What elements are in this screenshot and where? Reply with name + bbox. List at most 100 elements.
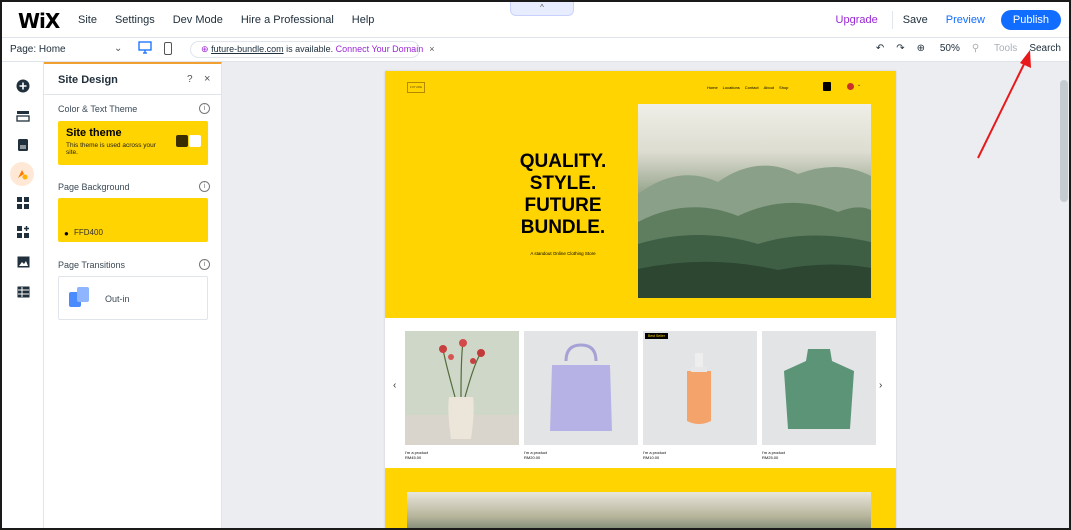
avatar[interactable] <box>847 83 854 90</box>
footer-image[interactable] <box>407 492 871 528</box>
undo-icon[interactable]: ↶ <box>876 43 884 54</box>
collapse-toolbar-button[interactable]: ^ <box>510 2 574 16</box>
canvas-scrollbar[interactable] <box>1060 80 1068 202</box>
design-icon[interactable] <box>10 162 34 186</box>
theme-name: Site theme <box>66 127 122 139</box>
site-logo[interactable]: FUTURE <box>407 82 425 93</box>
tools-label: Tools <box>993 43 1018 54</box>
hero-line: QUALITY. <box>519 151 607 172</box>
info-icon[interactable]: i <box>199 181 210 192</box>
domain-text: is available. <box>283 44 336 54</box>
site-nav-about[interactable]: About <box>764 85 774 90</box>
domain-link[interactable]: future-bundle.com <box>211 44 284 54</box>
site-preview[interactable]: FUTURE Home Locations Contact About Shop… <box>385 71 896 528</box>
menu-help[interactable]: Help <box>352 14 375 26</box>
product-image <box>405 331 519 445</box>
product-image: Best Seller <box>643 331 757 445</box>
hero-line: FUTURE <box>524 195 602 216</box>
page-transitions-label: Page Transitions <box>58 260 126 270</box>
color-drop-icon: ● <box>64 229 69 238</box>
menu-hire-professional[interactable]: Hire a Professional <box>241 14 334 26</box>
chevron-right-icon[interactable]: › <box>879 380 882 391</box>
mobile-view-icon[interactable] <box>164 42 172 55</box>
save-button[interactable]: Save <box>903 14 928 26</box>
mountain-image[interactable] <box>638 104 871 298</box>
product-price: RM10.00 <box>643 455 660 460</box>
page-selector[interactable]: Page: Home <box>10 44 66 55</box>
left-rail <box>2 62 44 528</box>
best-seller-badge: Best Seller <box>645 333 668 339</box>
menus-icon[interactable] <box>15 108 31 124</box>
search-button[interactable]: Search <box>1029 43 1061 54</box>
page-transition-card[interactable]: Out-in <box>58 276 208 320</box>
product-card[interactable]: I'm a product RM45.00 <box>405 331 519 460</box>
cart-icon[interactable] <box>823 82 831 91</box>
globe-icon: ⊕ <box>201 44 209 54</box>
editor-window: WiX Site Settings Dev Mode Hire a Profes… <box>0 0 1071 530</box>
page-background-label: Page Background <box>58 182 130 192</box>
preview-button[interactable]: Preview <box>946 14 985 26</box>
zoom-level: 50% <box>939 43 960 54</box>
background-hex: FFD400 <box>74 228 103 237</box>
transition-icon <box>69 287 91 309</box>
zoom-control[interactable]: ⊕ 50% <box>917 43 960 54</box>
site-nav-contact[interactable]: Contact <box>745 85 759 90</box>
top-actions: Upgrade Save Preview Publish <box>836 10 1061 30</box>
chevron-left-icon[interactable]: ‹ <box>393 380 396 391</box>
connect-domain-link[interactable]: Connect Your Domain <box>336 44 424 54</box>
widgets-icon[interactable] <box>15 224 31 240</box>
table-icon[interactable] <box>15 284 31 300</box>
close-icon[interactable]: × <box>429 44 434 54</box>
tools-button[interactable]: ⚲ Tools <box>972 43 1017 54</box>
product-price: RM45.00 <box>405 455 422 460</box>
add-icon[interactable] <box>15 78 31 94</box>
product-gallery: ‹ I'm a product RM45.00 I'm a product RM… <box>385 318 896 468</box>
info-icon[interactable]: i <box>199 259 210 270</box>
product-card[interactable]: Best Seller I'm a product RM10.00 <box>643 331 757 460</box>
page-background-card[interactable]: ● FFD400 <box>58 198 208 242</box>
chevron-down-icon[interactable]: ⌄ <box>114 43 122 54</box>
wix-logo[interactable]: WiX <box>18 9 60 33</box>
color-theme-label: Color & Text Theme <box>58 104 138 114</box>
help-icon[interactable]: ? <box>187 74 193 85</box>
domain-banner: ⊕ future-bundle.com is available. Connec… <box>190 41 434 58</box>
hero-line: BUNDLE. <box>520 217 606 238</box>
theme-swatch-light <box>189 135 201 147</box>
menu-dev-mode[interactable]: Dev Mode <box>173 14 223 26</box>
site-nav-shop[interactable]: Shop <box>779 85 788 90</box>
apps-icon[interactable] <box>15 195 31 211</box>
site-nav-locations[interactable]: Locations <box>723 85 740 90</box>
media-icon[interactable] <box>15 254 31 270</box>
main-menu: Site Settings Dev Mode Hire a Profession… <box>78 14 392 26</box>
hero-line: STYLE. <box>529 173 597 194</box>
site-design-panel: Site Design ? × Color & Text Theme i Sit… <box>44 62 222 528</box>
site-theme-card[interactable]: Site theme This theme is used across you… <box>58 121 208 165</box>
zoom-tools: ↶ ↷ ⊕ 50% ⚲ Tools Search <box>864 43 1061 54</box>
panel-title: Site Design <box>58 74 118 86</box>
secondary-toolbar: Page: Home ⌄ ⊕ future-bundle.com is avai… <box>2 38 1069 62</box>
menu-site[interactable]: Site <box>78 14 97 26</box>
close-icon[interactable]: × <box>204 73 210 85</box>
divider <box>44 94 222 95</box>
site-nav-home[interactable]: Home <box>707 85 718 90</box>
chevron-down-icon[interactable]: ⌄ <box>857 82 861 88</box>
editor-canvas[interactable]: FUTURE Home Locations Contact About Shop… <box>222 62 1069 528</box>
product-card[interactable]: I'm a product RM20.00 <box>524 331 638 460</box>
hero-title[interactable]: QUALITY. STYLE. FUTURE BUNDLE. <box>463 151 663 239</box>
hero-subtitle[interactable]: A standout Online Clothing Store <box>463 251 663 256</box>
theme-swatch-dark <box>176 135 188 147</box>
divider <box>891 11 893 29</box>
transition-value: Out-in <box>105 294 130 304</box>
desktop-view-icon[interactable] <box>138 41 154 55</box>
publish-button[interactable]: Publish <box>1000 10 1061 30</box>
product-price: RM20.00 <box>524 455 541 460</box>
menu-settings[interactable]: Settings <box>115 14 155 26</box>
upgrade-link[interactable]: Upgrade <box>836 14 878 26</box>
product-price: RM25.00 <box>762 455 779 460</box>
site-nav: Home Locations Contact About Shop <box>707 85 793 90</box>
pages-icon[interactable] <box>15 137 31 153</box>
redo-icon[interactable]: ↷ <box>896 43 904 54</box>
product-card[interactable]: I'm a product RM25.00 <box>762 331 876 460</box>
product-image <box>524 331 638 445</box>
info-icon[interactable]: i <box>199 103 210 114</box>
